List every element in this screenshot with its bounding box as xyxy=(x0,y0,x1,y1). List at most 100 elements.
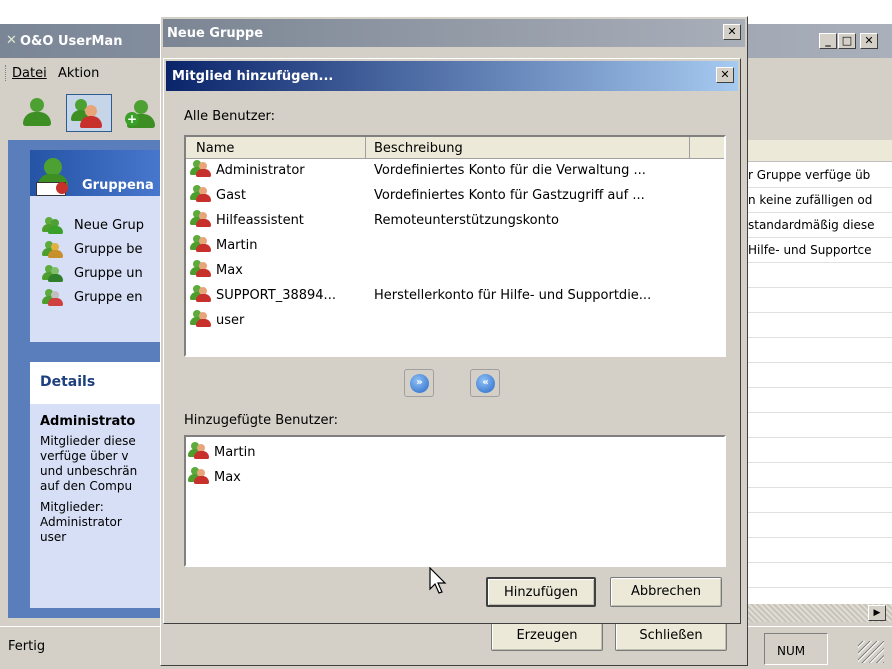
added-user-row[interactable]: Max xyxy=(188,466,241,491)
close-button[interactable]: ✕ xyxy=(860,33,878,49)
details-member-2: user xyxy=(40,530,67,544)
column-header-name[interactable]: Name xyxy=(186,137,366,159)
column-header-description-label: Beschreibung xyxy=(374,141,463,156)
user-row[interactable]: Administrator Vordefiniertes Konto für d… xyxy=(190,159,646,184)
column-header-name-label: Name xyxy=(196,141,235,156)
edit-group-icon xyxy=(42,240,64,258)
left-pane: Gruppena Neue Grup Gruppe be Gruppe un G… xyxy=(8,140,170,618)
scroll-right-button[interactable]: ▶ xyxy=(868,605,886,621)
right-row-4: Hilfe- und Supportce xyxy=(748,238,892,263)
details-header: Details xyxy=(40,374,96,390)
right-row-empty xyxy=(748,338,892,363)
right-row-2: n keine zufälligen od xyxy=(748,188,892,213)
user-description: Remoteunterstützungskonto xyxy=(374,213,559,228)
details-title: Administrato xyxy=(40,414,136,429)
details-members-label: Mitglieder: xyxy=(40,500,104,514)
added-users-list[interactable]: Martin Max xyxy=(184,435,726,567)
menu-grip-icon xyxy=(5,65,7,81)
user-row[interactable]: Hilfeassistent Remoteunterstützungskonto xyxy=(190,209,559,234)
right-row-empty xyxy=(748,388,892,413)
user-icon xyxy=(190,284,212,302)
right-row-empty xyxy=(748,288,892,313)
task-delete-group-label: Gruppe en xyxy=(74,290,143,305)
user-icon xyxy=(190,184,212,202)
menu-datei[interactable]: Datei xyxy=(12,66,47,81)
task-new-group[interactable]: Neue Grup xyxy=(42,216,170,238)
new-group-close-button[interactable]: ✕ xyxy=(723,24,741,40)
details-line-2: verfüge über v xyxy=(40,449,129,463)
details-line-4: auf den Compu xyxy=(40,479,133,493)
delete-group-icon xyxy=(42,288,64,306)
right-row-empty xyxy=(748,313,892,338)
status-num: NUM xyxy=(777,644,806,658)
user-row[interactable]: Max xyxy=(190,259,243,284)
user-icon xyxy=(190,234,212,252)
close-dialog-button[interactable]: Schließen xyxy=(615,621,727,651)
right-row-3: standardmäßig diese xyxy=(748,213,892,238)
added-user-row[interactable]: Martin xyxy=(188,441,255,466)
resize-grip-icon[interactable] xyxy=(858,641,884,663)
user-description: Herstellerkonto für Hilfe- und Supportdi… xyxy=(374,288,652,303)
menu-bar: Datei Aktion xyxy=(0,58,170,88)
details-line-1: Mitglieder diese xyxy=(40,434,136,448)
user-description: Vordefiniertes Konto für Gastzugriff auf… xyxy=(374,188,645,203)
all-users-list[interactable]: Name Beschreibung Administrator Vordefin… xyxy=(184,135,726,357)
add-button[interactable]: Hinzufügen xyxy=(486,577,596,607)
new-group-title: Neue Gruppe xyxy=(167,26,264,41)
right-row-empty xyxy=(748,263,892,288)
cancel-button[interactable]: Abbrechen xyxy=(610,577,722,607)
list-header: Name Beschreibung xyxy=(186,137,724,159)
details-member-1: Administrator xyxy=(40,515,122,529)
create-button[interactable]: Erzeugen xyxy=(491,621,603,651)
toolbar-add-group-icon[interactable]: + xyxy=(122,98,162,132)
right-row-empty xyxy=(748,363,892,388)
right-row-1: r Gruppe verfüge üb xyxy=(748,163,892,188)
user-name: Hilfeassistent xyxy=(216,213,304,228)
menu-aktion[interactable]: Aktion xyxy=(58,66,99,81)
app-logo-icon: ✕ xyxy=(6,33,17,48)
right-row-empty xyxy=(748,463,892,488)
user-name: user xyxy=(216,313,245,328)
task-edit-group[interactable]: Gruppe be xyxy=(42,240,170,262)
user-row[interactable]: Gast Vordefiniertes Konto für Gastzugrif… xyxy=(190,184,645,209)
rename-group-icon xyxy=(42,264,64,282)
user-icon xyxy=(190,309,212,327)
user-row[interactable]: SUPPORT_38894... Herstellerkonto für Hil… xyxy=(190,284,651,309)
add-member-title: Mitglied hinzufügen... xyxy=(172,69,334,84)
user-name: Max xyxy=(216,263,243,278)
user-icon xyxy=(190,209,212,227)
chevron-double-down-icon: » xyxy=(410,374,429,393)
move-up-button[interactable]: « xyxy=(470,369,500,397)
user-icon xyxy=(190,259,212,277)
toolbar-groups-icon[interactable] xyxy=(66,94,112,132)
user-name: Gast xyxy=(216,188,246,203)
task-edit-group-label: Gruppe be xyxy=(74,242,143,257)
added-users-label: Hinzugefügte Benutzer: xyxy=(184,413,339,428)
right-row-empty xyxy=(748,563,892,588)
right-row-empty xyxy=(748,413,892,438)
task-rename-group-label: Gruppe un xyxy=(74,266,143,281)
user-name: SUPPORT_38894... xyxy=(216,288,336,303)
horizontal-scrollbar[interactable]: ▶ xyxy=(748,604,892,622)
add-member-title-bar: Mitglied hinzufügen... ✕ xyxy=(166,61,738,91)
maximize-button[interactable]: □ xyxy=(838,33,856,49)
right-row-empty xyxy=(748,538,892,563)
task-rename-group[interactable]: Gruppe un xyxy=(42,264,170,286)
move-down-button[interactable]: » xyxy=(404,369,434,397)
add-member-close-button[interactable]: ✕ xyxy=(716,67,734,83)
main-window-title: O&O UserMan xyxy=(20,34,123,49)
user-icon xyxy=(188,466,210,484)
chevron-double-up-icon: « xyxy=(476,374,495,393)
minimize-button[interactable]: _ xyxy=(819,33,837,49)
column-header-description[interactable]: Beschreibung xyxy=(366,137,690,159)
details-line-3: und unbeschrän xyxy=(40,464,138,478)
toolbar-users-icon[interactable] xyxy=(18,96,58,130)
right-row-empty xyxy=(748,513,892,538)
task-delete-group[interactable]: Gruppe en xyxy=(42,288,170,310)
new-group-title-bar: Neue Gruppe ✕ xyxy=(163,19,745,47)
task-new-group-label: Neue Grup xyxy=(74,218,145,233)
status-num-panel: NUM xyxy=(764,633,828,665)
user-row[interactable]: user xyxy=(190,309,244,334)
group-header-icon xyxy=(36,158,76,198)
user-row[interactable]: Martin xyxy=(190,234,257,259)
